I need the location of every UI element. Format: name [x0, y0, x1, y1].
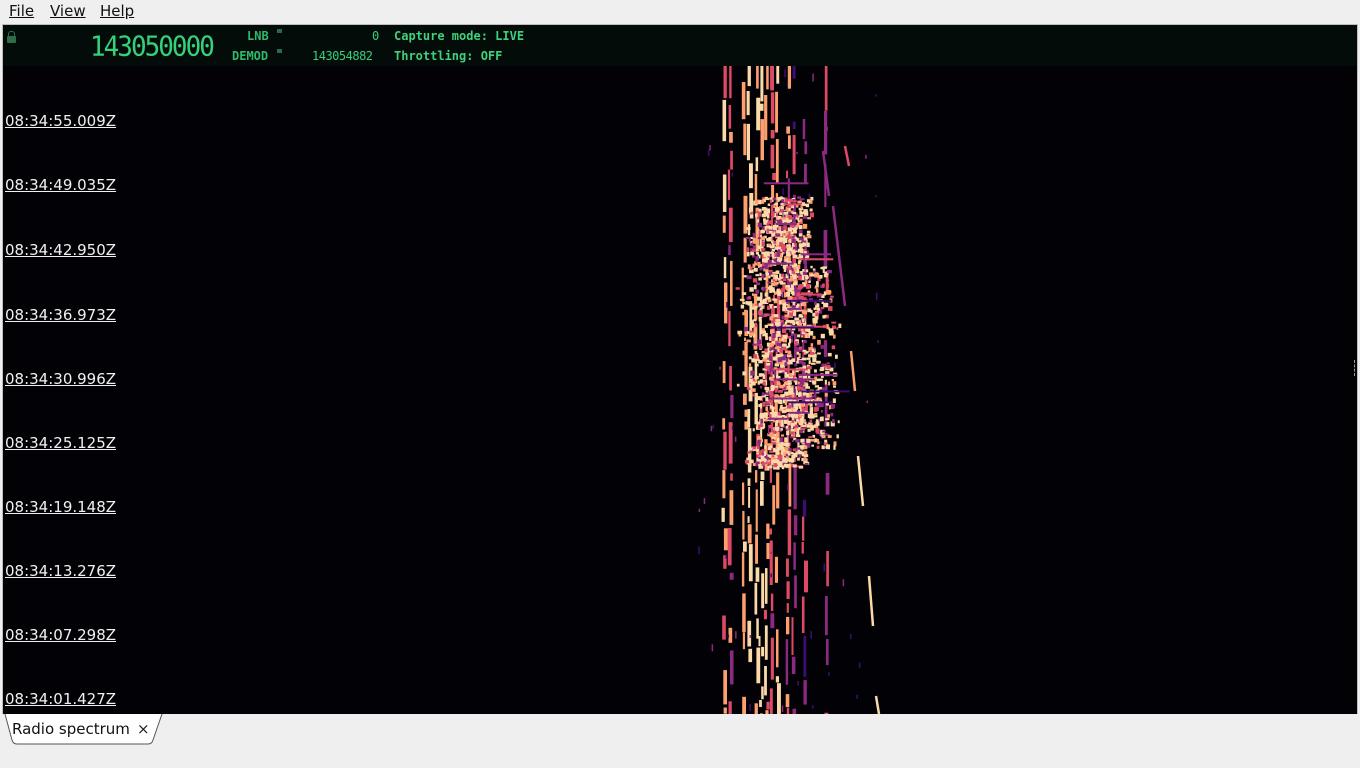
tab-bar: Radio spectrum ×	[0, 714, 1360, 768]
demod-frequency[interactable]: 143054882	[312, 49, 373, 63]
timestamp-label[interactable]: 08:34:25.125Z	[5, 434, 116, 452]
main-frequency-display[interactable]: 143050000	[90, 31, 215, 63]
waterfall-display[interactable]: 08:34:55.009Z 08:34:49.035Z 08:34:42.950Z 0…	[3, 66, 1357, 714]
tab-label: Radio spectrum	[12, 720, 130, 738]
timestamp-label[interactable]: 08:34:13.276Z	[5, 562, 116, 580]
waterfall-signal-plot	[698, 66, 881, 714]
frequency-header: 143050000 LNB 0 DEMOD 143054882 Capture …	[3, 25, 1357, 66]
timestamp-label[interactable]: 08:34:42.950Z	[5, 241, 116, 259]
close-icon[interactable]: ×	[137, 720, 150, 738]
tab-radio-spectrum[interactable]: Radio spectrum ×	[4, 714, 163, 745]
timestamp-label[interactable]: 08:34:49.035Z	[5, 176, 116, 194]
menu-help[interactable]: Help	[100, 2, 134, 20]
throttling-status: Throttling: OFF	[394, 49, 503, 63]
spectrum-panel: 143050000 LNB 0 DEMOD 143054882 Capture …	[2, 24, 1358, 715]
timestamp-label[interactable]: 08:34:07.298Z	[5, 626, 116, 644]
resize-handle[interactable]	[1354, 360, 1357, 376]
timestamp-label[interactable]: 08:34:30.996Z	[5, 370, 116, 388]
lnb-label: LNB	[247, 29, 269, 43]
menu-file[interactable]: File	[9, 2, 34, 20]
capture-mode-status: Capture mode: LIVE	[394, 29, 525, 43]
lnb-lock-icon[interactable]	[277, 29, 282, 33]
demod-label: DEMOD	[232, 49, 269, 63]
timestamp-label[interactable]: 08:34:19.148Z	[5, 498, 116, 516]
menu-file-label: File	[9, 2, 35, 20]
demod-lock-icon[interactable]	[277, 49, 282, 53]
lnb-value[interactable]: 0	[372, 29, 379, 43]
menu-help-label: Help	[100, 2, 135, 20]
timestamp-label[interactable]: 08:34:55.009Z	[5, 112, 116, 130]
timestamp-label[interactable]: 08:34:01.427Z	[5, 690, 116, 708]
timestamp-label[interactable]: 08:34:36.973Z	[5, 306, 116, 324]
lock-icon[interactable]	[7, 31, 16, 43]
menu-view-label: View	[50, 2, 86, 20]
menu-bar: File View Help	[0, 0, 1360, 22]
menu-view[interactable]: View	[50, 2, 86, 20]
